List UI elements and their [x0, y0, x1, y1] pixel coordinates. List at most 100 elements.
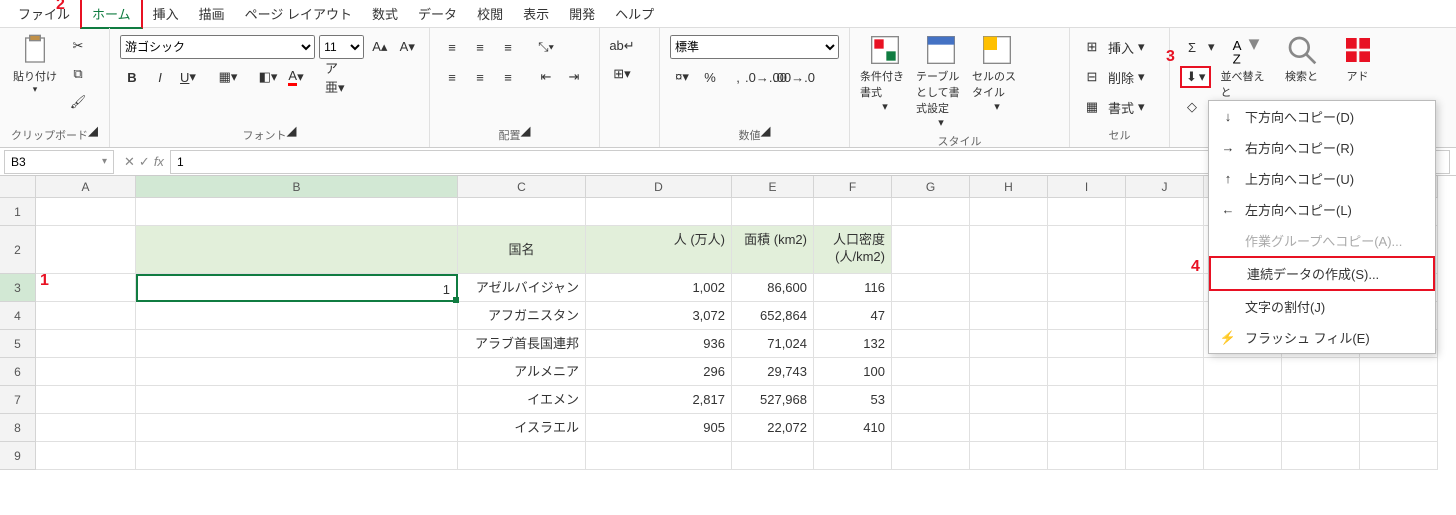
cell-G7[interactable] [892, 386, 970, 414]
tab-insert[interactable]: 挿入 [143, 0, 189, 27]
cell-D5[interactable]: 936 [586, 330, 732, 358]
font-color-button[interactable]: A▾ [284, 65, 308, 89]
fill-button[interactable]: ⬇ ▾ [1180, 66, 1211, 88]
col-header-H[interactable]: H [970, 176, 1048, 198]
cell-A2[interactable]: 1 [36, 226, 136, 274]
cell-A5[interactable] [36, 330, 136, 358]
cell-G8[interactable] [892, 414, 970, 442]
cell-H3[interactable] [970, 274, 1048, 302]
cell-B5[interactable] [136, 330, 458, 358]
fx-icon[interactable]: fx [154, 154, 164, 170]
merge-cells-icon[interactable]: ⊞▾ [610, 62, 634, 86]
delete-cells-label[interactable]: 削除 [1108, 68, 1134, 87]
cell-J3[interactable] [1126, 274, 1204, 302]
cell-D8[interactable]: 905 [586, 414, 732, 442]
cell-F5[interactable]: 132 [814, 330, 892, 358]
cell-G9[interactable] [892, 442, 970, 470]
clear-icon[interactable]: ◇ [1180, 95, 1204, 119]
wrap-text-icon[interactable]: ab↵ [610, 34, 634, 58]
cell-A1[interactable] [36, 198, 136, 226]
tab-draw[interactable]: 描画 [189, 0, 235, 27]
copy-icon[interactable]: ⧉ [66, 62, 90, 86]
insert-cells-label[interactable]: 挿入 [1108, 38, 1134, 57]
cell-J5[interactable] [1126, 330, 1204, 358]
col-header-F[interactable]: F [814, 176, 892, 198]
cell-B9[interactable] [136, 442, 458, 470]
sort-filter-button[interactable]: AZ 並べ替えと [1221, 34, 1271, 100]
format-painter-icon[interactable]: 🖌 [66, 90, 90, 114]
cell-G3[interactable] [892, 274, 970, 302]
tab-data[interactable]: データ [408, 0, 467, 27]
cell-H7[interactable] [970, 386, 1048, 414]
cell-L9[interactable] [1282, 442, 1360, 470]
flash-fill-item[interactable]: ⚡フラッシュ フィル(E) [1209, 322, 1435, 353]
tab-developer[interactable]: 開発 [559, 0, 605, 27]
cell-B6[interactable] [136, 358, 458, 386]
decrease-decimal-icon[interactable]: .00→.0 [782, 65, 806, 89]
fill-right-item[interactable]: →右方向へコピー(R) [1209, 132, 1435, 163]
cell-D2[interactable]: 人 (万人) [586, 226, 732, 274]
bold-button[interactable]: B [120, 65, 144, 89]
col-header-G[interactable]: G [892, 176, 970, 198]
cell-M7[interactable] [1360, 386, 1438, 414]
col-header-I[interactable]: I [1048, 176, 1126, 198]
cell-C1[interactable] [458, 198, 586, 226]
number-format-select[interactable]: 標準 [670, 35, 839, 59]
cell-J1[interactable] [1126, 198, 1204, 226]
cell-K7[interactable] [1204, 386, 1282, 414]
tab-view[interactable]: 表示 [513, 0, 559, 27]
font-launcher-icon[interactable]: ◢ [287, 123, 297, 143]
cell-D4[interactable]: 3,072 [586, 302, 732, 330]
orientation-icon[interactable]: ⤡▾ [534, 35, 558, 59]
cell-K6[interactable] [1204, 358, 1282, 386]
cancel-formula-icon[interactable]: ✕ [124, 154, 135, 170]
col-header-C[interactable]: C [458, 176, 586, 198]
cell-J4[interactable] [1126, 302, 1204, 330]
row-header-3[interactable]: 3 [0, 274, 36, 302]
clipboard-launcher-icon[interactable]: ◢ [88, 123, 98, 143]
cell-B3[interactable]: 1 [136, 274, 458, 302]
autosum-icon[interactable]: Σ [1180, 35, 1204, 59]
cell-I2[interactable] [1048, 226, 1126, 274]
cell-G5[interactable] [892, 330, 970, 358]
cell-C2[interactable]: 国名 [458, 226, 586, 274]
tab-help[interactable]: ヘルプ [605, 0, 664, 27]
cell-C8[interactable]: イスラエル [458, 414, 586, 442]
align-top-icon[interactable]: ≡ [440, 35, 464, 59]
cell-D3[interactable]: 1,002 [586, 274, 732, 302]
cell-B7[interactable] [136, 386, 458, 414]
cell-A7[interactable] [36, 386, 136, 414]
cell-E8[interactable]: 22,072 [732, 414, 814, 442]
tab-formulas[interactable]: 数式 [362, 0, 408, 27]
cell-F2[interactable]: 人口密度 (人/km2) [814, 226, 892, 274]
row-header-9[interactable]: 9 [0, 442, 36, 470]
col-header-B[interactable]: B [136, 176, 458, 198]
cell-L6[interactable] [1282, 358, 1360, 386]
cell-M6[interactable] [1360, 358, 1438, 386]
cell-M8[interactable] [1360, 414, 1438, 442]
cell-H8[interactable] [970, 414, 1048, 442]
cell-I7[interactable] [1048, 386, 1126, 414]
cell-I8[interactable] [1048, 414, 1126, 442]
align-launcher-icon[interactable]: ◢ [521, 123, 531, 143]
border-button[interactable]: ▦▾ [216, 65, 240, 89]
decrease-font-icon[interactable]: A▾ [396, 35, 419, 59]
cell-J7[interactable] [1126, 386, 1204, 414]
cell-C3[interactable]: アゼルバイジャン [458, 274, 586, 302]
font-name-select[interactable]: 游ゴシック [120, 35, 315, 59]
cell-C7[interactable]: イエメン [458, 386, 586, 414]
tab-home[interactable]: ホーム [80, 0, 143, 29]
cell-G1[interactable] [892, 198, 970, 226]
italic-button[interactable]: I [148, 65, 172, 89]
cell-I9[interactable] [1048, 442, 1126, 470]
cell-C9[interactable] [458, 442, 586, 470]
insert-cells-icon[interactable]: ⊞ [1080, 35, 1104, 59]
row-header-2[interactable]: 2 [0, 226, 36, 274]
cell-K9[interactable] [1204, 442, 1282, 470]
cell-I3[interactable] [1048, 274, 1126, 302]
cell-M9[interactable] [1360, 442, 1438, 470]
align-bottom-icon[interactable]: ≡ [496, 35, 520, 59]
percent-icon[interactable]: % [698, 65, 722, 89]
cell-D6[interactable]: 296 [586, 358, 732, 386]
format-as-table-button[interactable]: テーブルとして書式設定▾ [916, 34, 966, 129]
